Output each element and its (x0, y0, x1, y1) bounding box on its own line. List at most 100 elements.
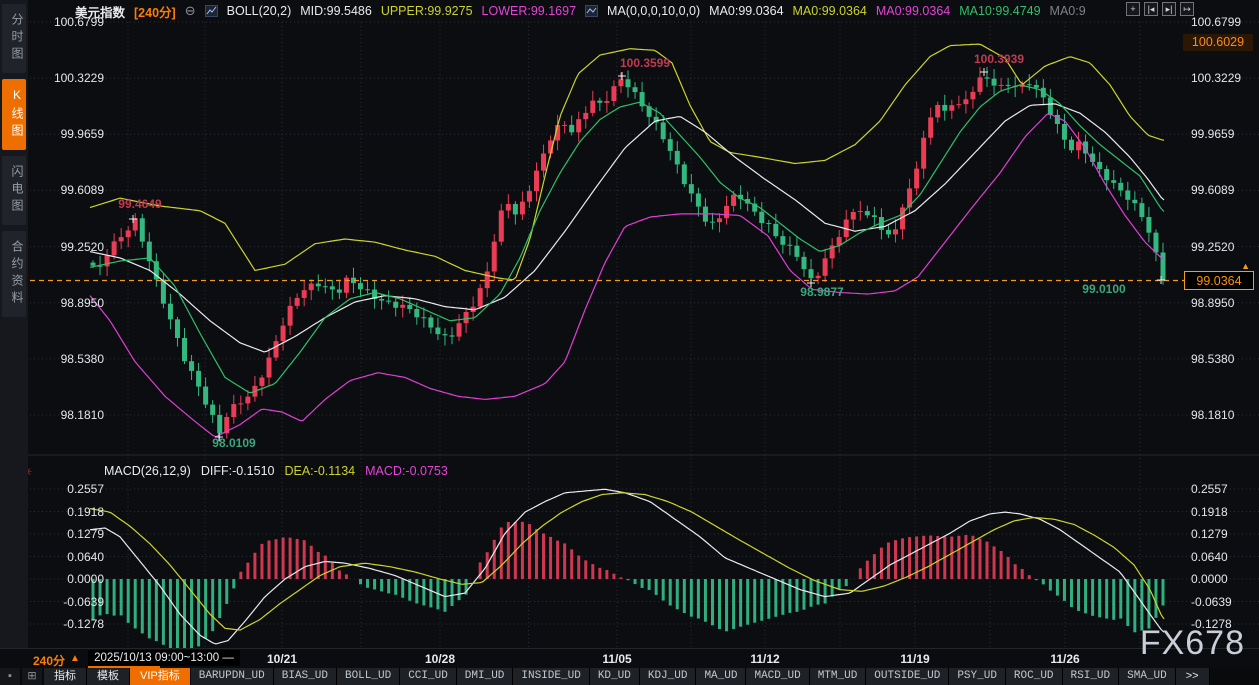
grid-icon[interactable]: ⊞ (22, 668, 42, 685)
line-diff (90, 489, 1164, 644)
period-badge[interactable]: [240分] (134, 2, 176, 21)
chart-header: 美元指数 [240分] ⊖ BOLL(20,2) MID:99.5486 UPP… (75, 3, 1086, 19)
price-axis-label: 99.2520 (1191, 240, 1234, 254)
macd-label: MACD(26,12,9) (104, 464, 191, 478)
macd-dea-value: DEA:-0.1134 (284, 464, 355, 478)
price-axis-label: 100.3229 (34, 71, 104, 85)
price-axis-label: 98.5380 (1191, 352, 1234, 366)
grid-layer (28, 22, 1259, 648)
bottom-tab-inside-ud[interactable]: INSIDE_UD (513, 668, 589, 685)
macd-axis-label: 0.0000 (34, 572, 104, 586)
bottom-tab-kdj-ud[interactable]: KDJ_UD (640, 668, 697, 685)
date-label: 11/19 (900, 652, 929, 666)
boll-mid-value: MID:99.5486 (300, 4, 372, 18)
sidebar: 分时图 K线图闪电图合约资料 (0, 0, 28, 648)
candles-layer (91, 67, 1166, 442)
indicator-tabbar: ▪⊞指标模板VIP指标BARUPDN_UDBIAS_UDBOLL_UDCCI_U… (0, 668, 1259, 685)
watermark: FX678 (1140, 624, 1245, 663)
ma-value-0: MA0:99.0364 (709, 4, 783, 18)
price-axis-label: 98.8950 (34, 296, 104, 310)
bottom-tab-template[interactable]: 模板 (87, 668, 130, 685)
ma-value-1: MA0:99.0364 (793, 4, 867, 18)
date-label: 11/12 (750, 652, 779, 666)
app-icon[interactable]: ▪ (0, 668, 20, 685)
time-axis-row: 240分 ▲ 2025/10/13 09:00~13:00 — 10/21 10/… (0, 648, 1259, 669)
price-axis-label: 100.6799 (1191, 15, 1241, 29)
axis-fit-left-icon[interactable]: |◂ (1144, 2, 1158, 16)
boll-lower-value: LOWER:99.1697 (482, 4, 577, 18)
period-arrow-icon[interactable]: ▲ (70, 653, 80, 664)
macd-axis-label: -0.1278 (34, 617, 104, 631)
chart-toolbar: + |◂ ▸| ↦ (1126, 2, 1194, 16)
bottom-tab-psy-ud[interactable]: PSY_UD (949, 668, 1006, 685)
macd-axis-label: 0.1918 (34, 505, 104, 519)
visible-range[interactable]: 2025/10/13 09:00~13:00 — (88, 650, 240, 666)
boll-indicator-icon[interactable] (205, 5, 218, 17)
markers-layer (30, 68, 1186, 441)
date-label: 10/28 (425, 652, 455, 666)
trading-app: 分时图 K线图闪电图合约资料 美元指数 [240分] ⊖ BOLL(20,2) M… (0, 0, 1259, 685)
bottom-tab-outside-ud[interactable]: OUTSIDE_UD (866, 668, 949, 685)
collapse-circle-icon[interactable]: ⊖ (185, 3, 196, 19)
price-axis-label: 99.6089 (1191, 183, 1234, 197)
bottom-tab-bias-ud[interactable]: BIAS_UD (274, 668, 337, 685)
macd-axis-label: -0.0639 (1191, 595, 1232, 609)
price-up-arrow-icon: ▲ (1241, 261, 1250, 271)
prev-close-badge: 100.6029 (1183, 34, 1253, 51)
ma-indicator-icon[interactable] (585, 5, 598, 17)
price-axis-label: 99.9659 (1191, 127, 1234, 141)
bottom-tab-cci-ud[interactable]: CCI_UD (400, 668, 457, 685)
price-axis-label: 98.5380 (34, 352, 104, 366)
bottom-tab-boll-ud[interactable]: BOLL_UD (337, 668, 400, 685)
bottom-tab-macd-ud[interactable]: MACD_UD (746, 668, 809, 685)
bottom-tab-vip-indicator[interactable]: VIP指标 (130, 668, 191, 685)
current-price-box: 99.0364 (1184, 271, 1254, 290)
boll-label: BOLL(20,2) (227, 4, 292, 18)
axis-fit-right-icon[interactable]: ▸| (1162, 2, 1176, 16)
macd-axis-label: 0.1279 (34, 527, 104, 541)
price-axis-label: 98.8950 (1191, 296, 1234, 310)
line-boll-mid (90, 104, 1164, 352)
price-axis-label: 99.6089 (34, 183, 104, 197)
sidebar-tab-candle-chart[interactable]: K线图 (2, 79, 26, 150)
bottom-tab-more[interactable]: >> (1176, 668, 1210, 685)
macd-axis-label: 0.1279 (1191, 527, 1228, 541)
macd-axis-label: 0.0000 (1191, 572, 1228, 586)
macd-axis-label: 0.0640 (1191, 550, 1228, 564)
bottom-tab-ma-ud[interactable]: MA_UD (696, 668, 746, 685)
price-annotation: 100.3939 (974, 52, 1024, 66)
line-boll-lower (90, 114, 1164, 437)
price-axis-label: 100.3229 (1191, 71, 1241, 85)
sidebar-tab-lightning-chart[interactable]: 闪电图 (2, 156, 26, 225)
instrument-title: 美元指数 (75, 2, 125, 21)
price-axis-label: 99.9659 (34, 127, 104, 141)
price-annotation: 99.0100 (1082, 282, 1125, 296)
price-annotation: 99.4649 (118, 197, 161, 211)
bottom-tab-mtm-ud[interactable]: MTM_UD (810, 668, 867, 685)
period-label[interactable]: 240分 (33, 652, 65, 669)
bottom-tab-indicator[interactable]: 指标 (44, 668, 87, 685)
ma-label: MA(0,0,0,10,0,0) (607, 4, 700, 18)
pan-icon[interactable]: + (1126, 2, 1140, 16)
date-label: 11/05 (602, 652, 631, 666)
price-axis-label: 98.1810 (34, 408, 104, 422)
bottom-tab-barupdn-ud[interactable]: BARUPDN_UD (191, 668, 274, 685)
macd-axis-label: -0.0639 (34, 595, 104, 609)
bottom-tab-sma-ud[interactable]: SMA_UD (1119, 668, 1176, 685)
bottom-tab-rsi-ud[interactable]: RSI_UD (1063, 668, 1120, 685)
sidebar-tab-contract-info[interactable]: 合约资料 (2, 231, 26, 317)
macd-histogram-layer (92, 522, 1165, 652)
macd-diff-value: DIFF:-0.1510 (201, 464, 275, 478)
ma-value-3: MA10:99.4749 (959, 4, 1040, 18)
bottom-tab-dmi-ud[interactable]: DMI_UD (457, 668, 514, 685)
sidebar-tab-time-chart[interactable]: 分时图 (2, 4, 26, 73)
macd-axis-label: 0.2557 (34, 482, 104, 496)
bottom-tab-kd-ud[interactable]: KD_UD (590, 668, 640, 685)
shift-right-icon[interactable]: ↦ (1180, 2, 1194, 16)
macd-axis-label: 0.1918 (1191, 505, 1228, 519)
date-label: 11/26 (1050, 652, 1079, 666)
bottom-tab-roc-ud[interactable]: ROC_UD (1006, 668, 1063, 685)
chart-canvas[interactable] (0, 0, 1259, 685)
boll-upper-value: UPPER:99.9275 (381, 4, 473, 18)
date-label: 10/21 (267, 652, 297, 666)
